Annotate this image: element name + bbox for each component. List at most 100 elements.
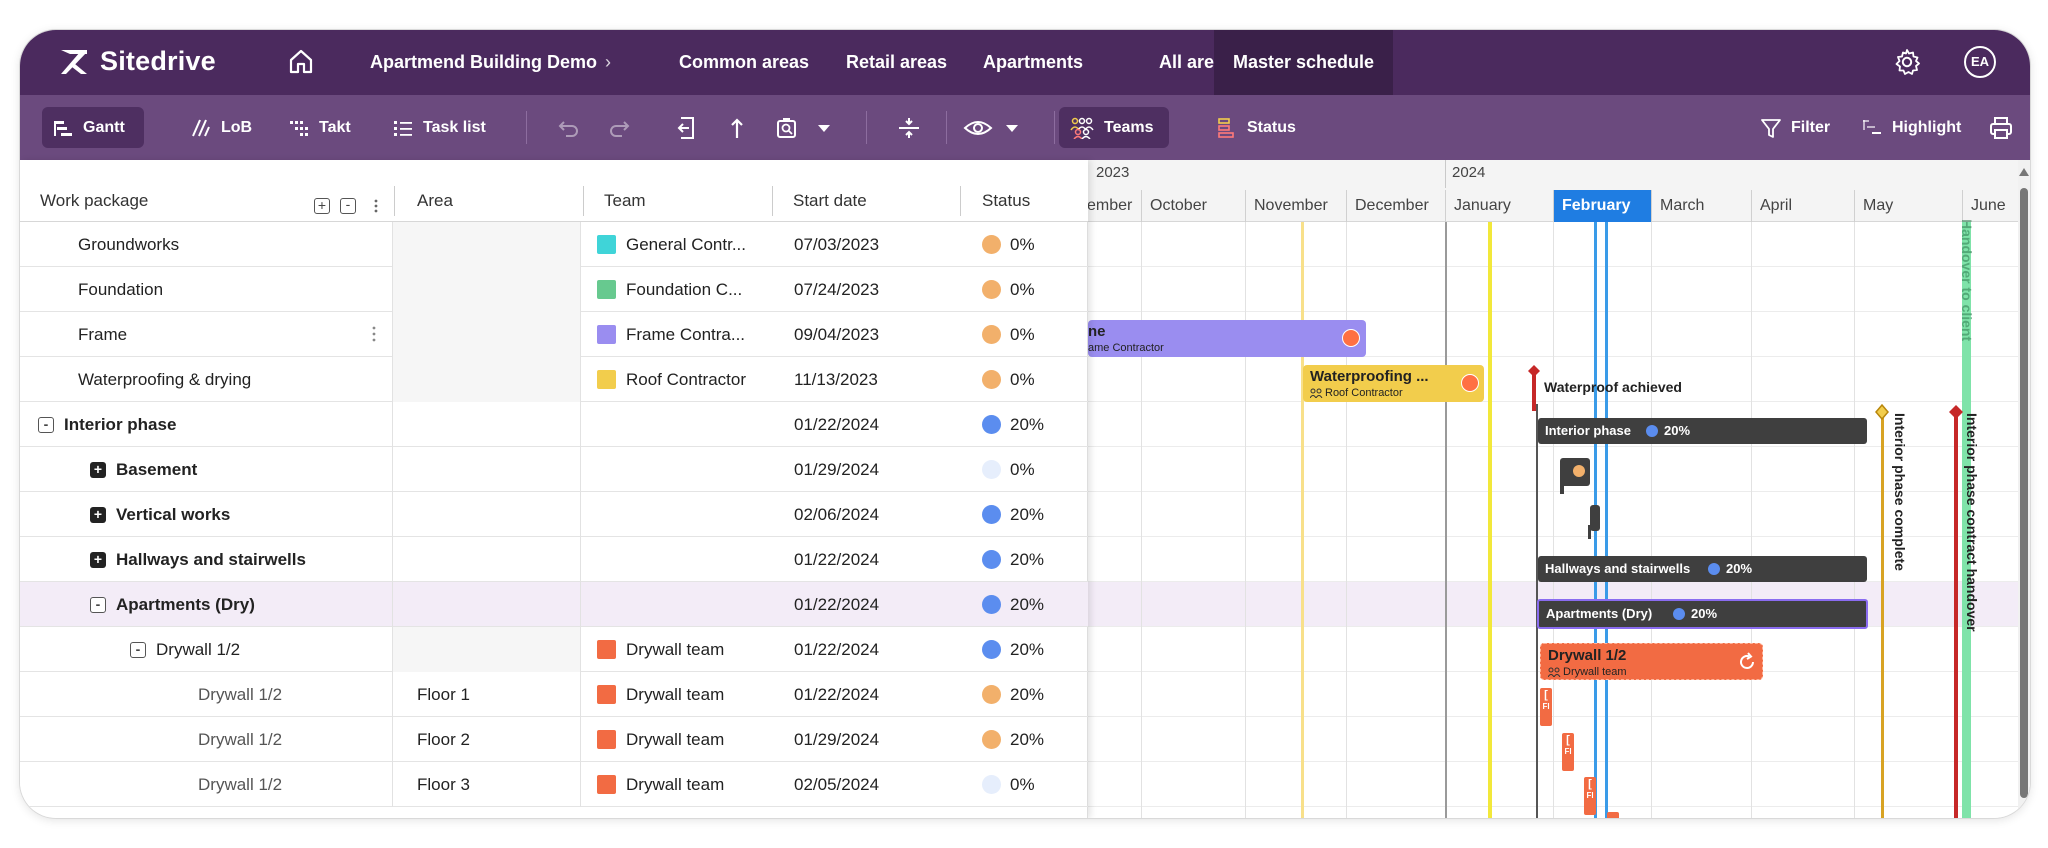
home-icon[interactable] [286,46,316,76]
milestone-flag-icon[interactable] [1526,365,1542,411]
expand-icon[interactable]: + [90,462,106,478]
table-row[interactable]: - Drywall 1/2 Drywall team 01/22/2024 20% [20,627,1088,672]
work-package-name[interactable]: Waterproofing & drying [78,357,380,402]
visibility-dropdown-chevron-icon[interactable] [1006,125,1018,132]
work-package-name[interactable]: Groundworks [78,222,380,267]
work-package-name[interactable]: Basement [116,447,380,492]
start-date-cell[interactable]: 02/06/2024 [794,492,879,537]
team-cell[interactable]: General Contr... [626,222,772,267]
compact-rows-icon[interactable] [896,115,922,141]
view-gantt-button[interactable]: Gantt [42,107,144,148]
status-cell[interactable]: 20% [1010,402,1044,447]
start-date-cell[interactable]: 01/22/2024 [794,402,879,447]
status-cell[interactable]: 0% [1010,267,1035,312]
status-cell[interactable]: 0% [1010,312,1035,357]
avatar[interactable]: EA [1964,46,1996,78]
view-takt-button[interactable]: Takt [278,107,361,148]
table-row[interactable]: + Hallways and stairwells 01/22/2024 20% [20,537,1088,582]
expand-icon[interactable]: + [90,552,106,568]
table-row[interactable]: Groundworks General Contr... 07/03/2023 0% [20,222,1088,267]
tab-apartments[interactable]: Apartments [983,30,1083,95]
table-row[interactable]: Drywall 1/2 Floor 1 Drywall team 01/22/2024… [20,672,1088,717]
work-package-name[interactable]: Drywall 1/2 [198,717,380,762]
start-date-cell[interactable]: 01/22/2024 [794,627,879,672]
highlight-button[interactable]: Highlight [1851,107,1971,148]
eye-icon[interactable] [963,115,993,141]
tab-master-schedule[interactable]: Master schedule [1214,30,1394,95]
start-date-cell[interactable]: 01/22/2024 [794,537,879,582]
column-header-work-package[interactable]: Work package [24,160,148,222]
table-row[interactable]: + Vertical works 02/06/2024 20% [20,492,1088,537]
collapse-all-icon[interactable]: - [340,197,356,214]
collapse-icon[interactable]: - [130,642,146,658]
table-row[interactable]: + Basement 01/29/2024 0% [20,447,1088,492]
table-row[interactable]: - Interior phase 01/22/2024 20% [20,402,1088,447]
bell-icon[interactable] [1342,329,1360,347]
month-label-current[interactable]: February [1553,190,1651,222]
collapse-icon[interactable]: - [38,417,54,433]
table-row[interactable]: Drywall 1/2 Floor 2 Drywall team 01/29/2024… [20,717,1088,762]
tab-common-areas[interactable]: Common areas [679,30,809,95]
work-package-name[interactable]: Drywall 1/2 [198,762,380,807]
print-icon[interactable] [1988,115,2014,141]
column-header-status[interactable]: Status [966,160,1030,222]
column-header-start-date[interactable]: Start date [777,160,867,222]
work-package-name[interactable]: Drywall 1/2 [198,672,380,717]
start-date-cell[interactable]: 02/05/2024 [794,762,879,807]
vertical-scrollbar[interactable] [2018,160,2030,818]
status-cell[interactable]: 0% [1010,762,1035,807]
status-cell[interactable]: 20% [1010,627,1044,672]
status-cell[interactable]: 0% [1010,447,1035,492]
scrollbar-thumb[interactable] [2020,188,2028,798]
collapsed-group-flag-icon[interactable] [1560,458,1592,494]
status-cell[interactable]: 0% [1010,222,1035,267]
breadcrumb-project[interactable]: Apartmend Building Demo › [370,30,611,95]
start-date-cell[interactable]: 01/29/2024 [794,717,879,762]
start-date-cell[interactable]: 11/13/2023 [794,357,878,402]
zoom-to-fit-icon[interactable] [774,115,800,141]
gantt-bar-floor-4[interactable] [1607,812,1619,818]
view-lob-button[interactable]: LoB [180,107,262,148]
status-cell[interactable]: 20% [1010,717,1044,762]
work-package-name[interactable]: Interior phase [64,402,380,447]
work-package-name[interactable]: Hallways and stairwells [116,537,380,582]
status-cell[interactable]: 20% [1010,582,1044,627]
team-cell[interactable]: Foundation C... [626,267,772,312]
summary-bar-interior-phase[interactable]: Interior phase 20% [1538,418,1867,444]
area-cell[interactable]: Floor 3 [417,762,470,807]
expand-all-icon[interactable]: + [314,198,330,214]
teams-button[interactable]: Teams [1059,107,1169,148]
milestone-diamond-icon[interactable] [1875,404,1889,420]
expand-icon[interactable]: + [90,507,106,523]
start-date-cell[interactable]: 07/03/2023 [794,222,879,267]
column-header-team[interactable]: Team [588,160,646,222]
work-package-name[interactable]: Apartments (Dry) [116,582,380,627]
area-cell[interactable]: Floor 1 [417,672,470,717]
view-task-list-button[interactable]: Task list [382,107,496,148]
table-row[interactable]: Foundation Foundation C... 07/24/2023 0% [20,267,1088,312]
gantt-bar-drywall[interactable]: Drywall 1/2 Drywall team [1540,643,1763,680]
status-cell[interactable]: 20% [1010,537,1044,582]
table-row[interactable]: - Apartments (Dry) 01/22/2024 20% [20,582,1088,627]
row-menu-icon[interactable] [370,323,378,345]
work-package-name[interactable]: Foundation [78,267,380,312]
scroll-to-top-icon[interactable] [724,115,750,141]
redo-icon[interactable] [606,115,632,141]
scroll-up-arrow-icon[interactable] [2019,168,2029,176]
gantt-bar-waterproofing[interactable]: Waterproofing ... Roof Contractor [1303,365,1484,402]
status-button[interactable]: Status [1206,107,1306,148]
table-row[interactable]: Frame Frame Contra... 09/04/2023 0% [20,312,1088,357]
team-cell[interactable]: Drywall team [626,762,772,807]
team-cell[interactable]: Drywall team [626,627,772,672]
start-date-cell[interactable]: 07/24/2023 [794,267,879,312]
team-cell[interactable]: Frame Contra... [626,312,772,357]
work-package-name[interactable]: Vertical works [116,492,380,537]
gantt-bar-floor-3[interactable]: [Fl [1584,777,1596,815]
work-package-name[interactable]: Frame [78,312,380,357]
bell-icon[interactable] [1461,374,1479,392]
table-row[interactable]: Drywall 1/2 Floor 3 Drywall team 02/05/2024… [20,762,1088,807]
status-cell[interactable]: 20% [1010,672,1044,717]
team-cell[interactable]: Drywall team [626,672,772,717]
refresh-icon[interactable] [1737,652,1757,672]
gantt-bar-floor-1[interactable]: [Fl [1540,688,1552,726]
